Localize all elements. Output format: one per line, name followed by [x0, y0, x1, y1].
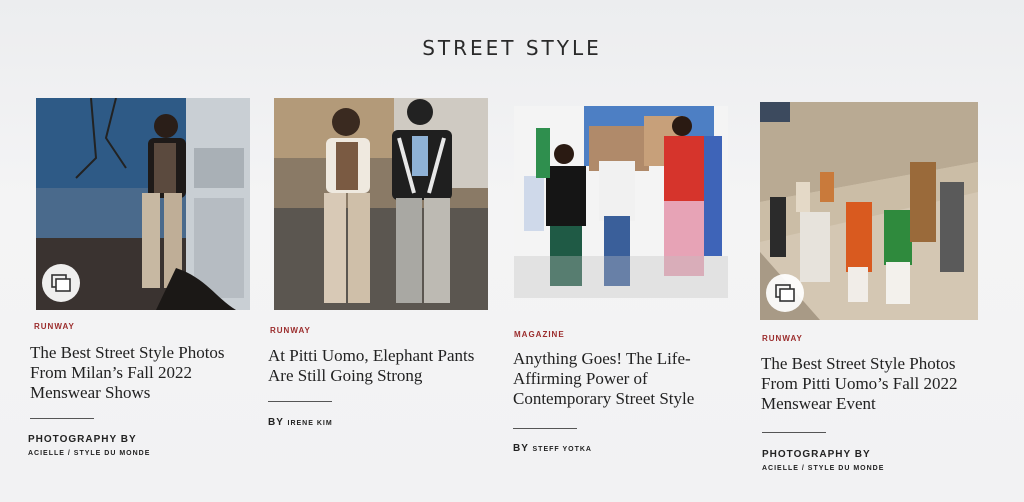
- story-photo: [274, 98, 488, 310]
- byline-label: BY: [268, 417, 284, 428]
- story-image[interactable]: [760, 102, 978, 320]
- story-headline[interactable]: Anything Goes! The Life-Affirming Power …: [513, 349, 728, 409]
- gallery-icon[interactable]: [42, 264, 80, 302]
- byline: BY STEFF YOTKA: [513, 443, 592, 454]
- screen: STREET STYLE RUNWAY The Best Street Styl…: [0, 0, 1024, 502]
- story-tag[interactable]: RUNWAY: [270, 326, 311, 335]
- story-headline[interactable]: The Best Street Style Photos From Milan’…: [30, 343, 250, 403]
- story-card[interactable]: [274, 98, 488, 310]
- byline-label: PHOTOGRAPHY BY: [28, 434, 137, 445]
- story-card[interactable]: [514, 106, 728, 298]
- story-image[interactable]: [36, 98, 250, 310]
- author-name[interactable]: IRENE KIM: [288, 420, 333, 427]
- story-headline[interactable]: At Pitti Uomo, Elephant Pants Are Still …: [268, 346, 493, 386]
- author-name[interactable]: STEFF YOTKA: [533, 446, 592, 453]
- photo-credit[interactable]: ACIELLE / STYLE DU MONDE: [28, 450, 150, 457]
- story-headline[interactable]: The Best Street Style Photos From Pitti …: [761, 354, 991, 414]
- story-tag[interactable]: MAGAZINE: [514, 330, 565, 339]
- byline: BY IRENE KIM: [268, 417, 333, 428]
- byline-label: BY: [513, 443, 529, 454]
- gallery-icon[interactable]: [766, 274, 804, 312]
- story-tag[interactable]: RUNWAY: [762, 334, 803, 343]
- story-image[interactable]: [514, 106, 728, 298]
- divider: [513, 428, 577, 429]
- story-photo: [514, 106, 728, 298]
- story-tag[interactable]: RUNWAY: [34, 322, 75, 331]
- divider: [268, 401, 332, 402]
- photo-credit[interactable]: ACIELLE / STYLE DU MONDE: [762, 465, 884, 472]
- byline-label: PHOTOGRAPHY BY: [762, 449, 871, 460]
- story-card[interactable]: [36, 98, 250, 310]
- divider: [762, 432, 826, 433]
- story-image[interactable]: [274, 98, 488, 310]
- story-card[interactable]: [760, 102, 978, 320]
- divider: [30, 418, 94, 419]
- section-title: STREET STYLE: [422, 36, 602, 60]
